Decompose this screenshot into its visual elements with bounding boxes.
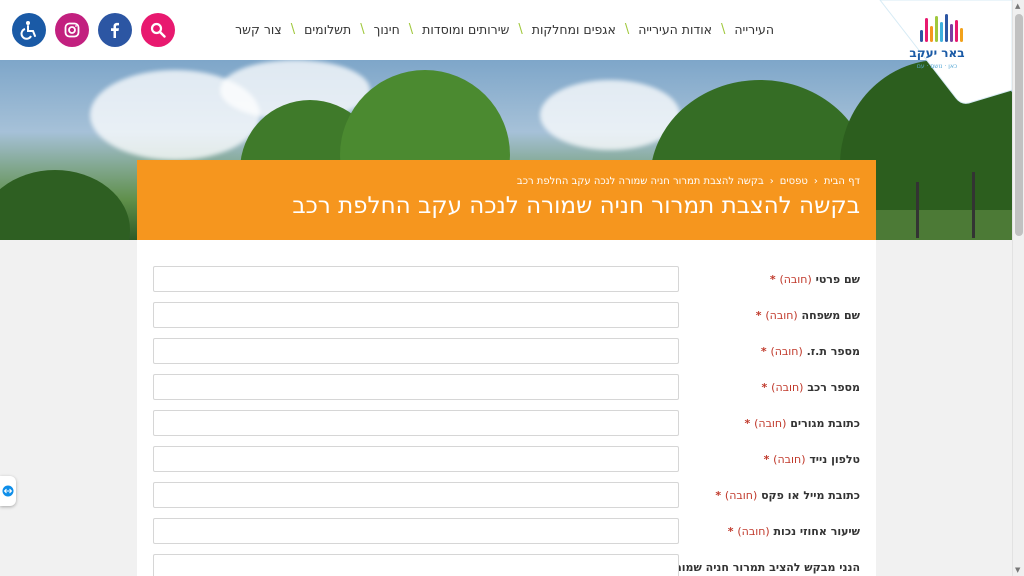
- form-row-request-statement: הנני מבקש להציב תמרור חניה שמורה: [153, 554, 860, 576]
- nav-item-about[interactable]: אודות העירייה: [638, 22, 712, 37]
- nav-separator: \: [518, 22, 523, 37]
- form-row-address: כתובת מגורים (חובה) *: [153, 410, 860, 436]
- scroll-down-icon[interactable]: ▼: [1015, 566, 1020, 574]
- site-logo[interactable]: באר יעקב כאן · נושם · עם: [872, 0, 1012, 104]
- breadcrumb: דף הבית ‹ טפסים ‹ בקשה להצבת תמרור חניה …: [153, 176, 860, 187]
- breadcrumb-separator-icon: ‹: [769, 176, 774, 187]
- form-row-mobile: טלפון נייד (חובה) *: [153, 446, 860, 472]
- id-number-input[interactable]: [153, 338, 679, 364]
- nav-item-municipality[interactable]: העירייה: [734, 22, 774, 37]
- page-title: בקשה להצבת תמרור חניה שמורה לנכה עקב החל…: [292, 193, 860, 219]
- form-row-email-fax: כתובת מייל או פקס (חובה) *: [153, 482, 860, 508]
- form-row-disability-percent: שיעור אחוזי נכות (חובה) *: [153, 518, 860, 544]
- logo-tagline: כאן · נושם · עם: [916, 63, 958, 70]
- page-scrollbar[interactable]: ▲ ▼: [1012, 0, 1024, 576]
- form-row-id-number: מספר ת.ז. (חובה) *: [153, 338, 860, 364]
- nav-item-departments[interactable]: אגפים ומחלקות: [532, 22, 616, 37]
- nav-item-contact[interactable]: צור קשר: [235, 22, 282, 37]
- accessibility-icon[interactable]: [12, 13, 46, 47]
- vehicle-number-input[interactable]: [153, 374, 679, 400]
- facebook-icon[interactable]: [98, 13, 132, 47]
- logo-name: באר יעקב: [909, 46, 965, 60]
- address-input[interactable]: [153, 410, 679, 436]
- request-form: שם פרטי (חובה) * שם משפחה (חובה) * מספר …: [137, 240, 876, 576]
- support-widget-icon[interactable]: [0, 476, 16, 506]
- header-icons: [12, 13, 175, 47]
- nav-item-payments[interactable]: תשלומים: [304, 22, 351, 37]
- disability-percent-input[interactable]: [153, 518, 679, 544]
- page-title-banner: דף הבית ‹ טפסים ‹ בקשה להצבת תמרור חניה …: [137, 160, 876, 240]
- nav-separator: \: [408, 22, 414, 37]
- scrollbar-thumb[interactable]: [1015, 14, 1023, 236]
- form-row-vehicle-number: מספר רכב (חובה) *: [153, 374, 860, 400]
- site-header: באר יעקב כאן · נושם · עם העירייה \ אודות…: [0, 0, 1012, 104]
- main-nav: העירייה \ אודות העירייה \ אגפים ומחלקות …: [235, 22, 774, 37]
- first-name-input[interactable]: [153, 266, 679, 292]
- last-name-input[interactable]: [153, 302, 679, 328]
- logo-bars-icon: [920, 12, 963, 42]
- field-label: שם משפחה (חובה) *: [755, 309, 860, 322]
- email-fax-input[interactable]: [153, 482, 679, 508]
- field-label: כתובת מגורים (חובה) *: [744, 417, 860, 430]
- nav-separator: \: [721, 22, 726, 37]
- nav-separator: \: [290, 22, 296, 37]
- field-label: טלפון נייד (חובה) *: [763, 453, 860, 466]
- field-label: כתובת מייל או פקס (חובה) *: [715, 489, 860, 502]
- breadcrumb-separator-icon: ‹: [813, 176, 818, 187]
- search-icon[interactable]: [141, 13, 175, 47]
- field-label: שם פרטי (חובה) *: [769, 273, 860, 286]
- nav-separator: \: [624, 22, 630, 37]
- nav-separator: \: [360, 22, 365, 37]
- field-label: הנני מבקש להציב תמרור חניה שמורה: [667, 561, 860, 574]
- nav-item-services[interactable]: שירותים ומוסדות: [422, 22, 509, 37]
- form-row-first-name: שם פרטי (חובה) *: [153, 266, 860, 292]
- scroll-up-icon[interactable]: ▲: [1015, 2, 1020, 10]
- mobile-phone-input[interactable]: [153, 446, 679, 472]
- breadcrumb-current: בקשה להצבת תמרור חניה שמורה לנכה עקב החל…: [516, 176, 764, 187]
- nav-item-education[interactable]: חינוך: [374, 22, 400, 37]
- field-label: מספר ת.ז. (חובה) *: [760, 345, 860, 358]
- instagram-icon[interactable]: [55, 13, 89, 47]
- field-label: מספר רכב (חובה) *: [761, 381, 860, 394]
- form-row-last-name: שם משפחה (חובה) *: [153, 302, 860, 328]
- breadcrumb-home[interactable]: דף הבית: [824, 176, 860, 187]
- breadcrumb-forms[interactable]: טפסים: [780, 176, 808, 187]
- request-statement-field[interactable]: [153, 554, 679, 576]
- field-label: שיעור אחוזי נכות (חובה) *: [727, 525, 860, 538]
